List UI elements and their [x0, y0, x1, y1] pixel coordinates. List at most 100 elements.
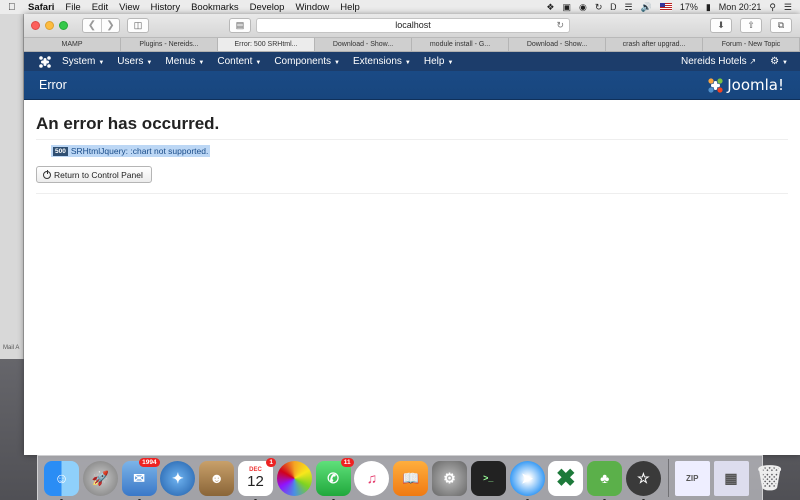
address-bar[interactable]: localhost ↻: [256, 18, 570, 33]
menu-status-area: ❖ ▣ ◉ ↻ Ꭰ ☴ 🔊 17% ▮ Mon 20:21 ⚲ ☰: [546, 2, 792, 13]
dock-itunes-icon[interactable]: ♫: [354, 460, 390, 496]
tab-crash[interactable]: crash after upgrad...: [606, 38, 703, 51]
dock-ibooks-icon[interactable]: 📖: [393, 460, 429, 496]
joomla-page-header: Error Joomla!: [24, 71, 800, 100]
bluetooth-icon[interactable]: Ꭰ: [610, 2, 616, 13]
tab-overview-icon[interactable]: ⧉: [770, 18, 792, 33]
fullscreen-window-button[interactable]: [59, 21, 68, 30]
dock-photos-icon[interactable]: [276, 460, 312, 496]
nav-system[interactable]: System ▼: [62, 56, 104, 67]
return-button-label: Return to Control Panel: [54, 169, 143, 180]
nav-users[interactable]: Users ▼: [117, 56, 152, 67]
dock-contacts-icon[interactable]: ☻: [199, 460, 235, 496]
joomla-brand-text: Joomla!: [727, 76, 784, 94]
menu-help[interactable]: Help: [340, 2, 360, 13]
dock-evernote-icon[interactable]: ♣: [587, 460, 623, 500]
apple-menu-icon[interactable]: : [8, 2, 20, 13]
dropbox-icon[interactable]: ❖: [546, 2, 554, 13]
battery-percent[interactable]: 17%: [680, 2, 698, 12]
dock-messages-facetime-icon[interactable]: ✆ 11: [315, 457, 354, 500]
dock-launchpad-icon[interactable]: 🚀: [82, 460, 118, 496]
share-icon[interactable]: ⇧: [740, 18, 762, 33]
nav-extensions[interactable]: Extensions ▼: [353, 56, 411, 67]
browser-toolbar: ❮ ❯ ◫ ▤ localhost ↻ ⬇ ⇧ ⧉: [24, 14, 800, 38]
user-settings-gear-icon[interactable]: ⚙ ▼: [770, 56, 788, 67]
joomla-admin-nav: System ▼ Users ▼ Menus ▼ Content ▼ Component…: [24, 52, 800, 71]
dock-safari-icon[interactable]: ➤: [509, 460, 545, 500]
caret-down-icon: ▼: [334, 60, 340, 66]
nav-content[interactable]: Content ▼: [217, 56, 261, 67]
downloads-icon[interactable]: ⬇: [710, 18, 732, 33]
close-window-button[interactable]: [31, 21, 40, 30]
dock-mamp-icon[interactable]: ☆: [625, 460, 661, 500]
wifi-icon[interactable]: ☴: [625, 2, 633, 13]
window-controls: [31, 21, 68, 30]
divider-bottom: [36, 193, 788, 194]
tab-mamp[interactable]: MAMP: [24, 38, 121, 51]
menu-view[interactable]: View: [119, 2, 139, 13]
reader-icon[interactable]: ▤: [229, 18, 251, 33]
macos-dock: ☺ 🚀 ✉ 1994 ✦ ☻ DEC 12 1 ✆ 11 ♫ 📖 ⚙ >_ ➤ ✖ …: [37, 455, 785, 500]
caret-down-icon: ▼: [255, 60, 262, 66]
mail-badge: 1994: [139, 457, 160, 467]
address-text: localhost: [395, 20, 431, 30]
menu-develop[interactable]: Develop: [250, 2, 285, 13]
reload-icon[interactable]: ↻: [556, 19, 564, 32]
power-icon: [43, 169, 51, 179]
menu-history[interactable]: History: [151, 2, 181, 13]
dock-terminal-icon[interactable]: >_: [470, 460, 506, 496]
tab-download-2[interactable]: Download - Show...: [509, 38, 606, 51]
return-to-control-panel-button[interactable]: Return to Control Panel: [36, 166, 152, 183]
messages-badge: 11: [340, 457, 354, 467]
dock-thunderbird-icon[interactable]: ✦: [160, 460, 196, 496]
caret-down-icon: ▼: [98, 60, 105, 66]
spotlight-icon[interactable]: ⚲: [769, 2, 776, 13]
tab-download-1[interactable]: Download - Show...: [315, 38, 412, 51]
macos-menu-bar:  Safari File Edit View History Bookmark…: [0, 0, 800, 14]
dock-mail-icon[interactable]: ✉ 1994: [121, 457, 160, 500]
joomla-logo-icon[interactable]: [38, 55, 52, 69]
menu-file[interactable]: File: [65, 2, 80, 13]
keyboard-flag-icon[interactable]: [659, 3, 672, 11]
sidebar-icon[interactable]: ◫: [127, 18, 149, 33]
dock-separator: [667, 459, 669, 497]
nav-right: Nereids Hotels ↗ ⚙ ▼: [681, 56, 788, 67]
back-icon[interactable]: ❮: [83, 19, 101, 32]
dock-downloads-stack-icon[interactable]: ▦: [713, 460, 749, 496]
calendar-day: 12: [247, 472, 264, 490]
nav-help[interactable]: Help ▼: [424, 56, 454, 67]
site-link[interactable]: Nereids Hotels ↗: [681, 56, 756, 67]
dock-zip-file-icon[interactable]: ZIP: [674, 460, 710, 496]
dock-trash-icon[interactable]: 🗑: [752, 461, 787, 496]
tab-plugins[interactable]: Plugins - Nereids...: [121, 38, 218, 51]
dock-finder-icon[interactable]: ☺: [44, 460, 79, 500]
menu-bookmarks[interactable]: Bookmarks: [191, 2, 239, 13]
menu-app-name[interactable]: Safari: [28, 2, 54, 13]
time-machine-icon[interactable]: ↻: [595, 2, 603, 13]
page-title: Error: [39, 78, 67, 92]
background-window-label: Mail A: [3, 345, 20, 351]
tab-error-active[interactable]: Error: 500 SRHtml...: [218, 38, 315, 51]
minimize-window-button[interactable]: [45, 21, 54, 30]
history-nav: ❮ ❯: [82, 18, 120, 33]
tab-module-install[interactable]: module install - G...: [412, 38, 509, 51]
dock-excel-icon[interactable]: ✖: [548, 460, 584, 496]
caret-down-icon: ▼: [447, 60, 454, 66]
menu-edit[interactable]: Edit: [92, 2, 108, 13]
drive-icon[interactable]: ▣: [563, 2, 572, 13]
dock-calendar-icon[interactable]: DEC 12 1: [237, 457, 276, 500]
forward-icon[interactable]: ❯: [101, 19, 119, 32]
tab-forum[interactable]: Forum - New Topic: [703, 38, 800, 51]
nav-components[interactable]: Components ▼: [274, 56, 340, 67]
notification-center-icon[interactable]: ☰: [784, 2, 792, 13]
menu-window[interactable]: Window: [295, 2, 329, 13]
clock[interactable]: Mon 20:21: [719, 2, 762, 12]
nav-menus[interactable]: Menus ▼: [165, 56, 204, 67]
toolbar-right: ⬇ ⇧ ⧉: [710, 18, 792, 33]
evernote-icon[interactable]: ◉: [579, 2, 587, 13]
caret-down-icon: ▼: [146, 60, 153, 66]
dock-system-preferences-icon[interactable]: ⚙: [431, 460, 467, 496]
caret-down-icon: ▼: [404, 60, 411, 66]
volume-icon[interactable]: 🔊: [641, 2, 652, 13]
background-window[interactable]: Mail A: [0, 14, 24, 359]
